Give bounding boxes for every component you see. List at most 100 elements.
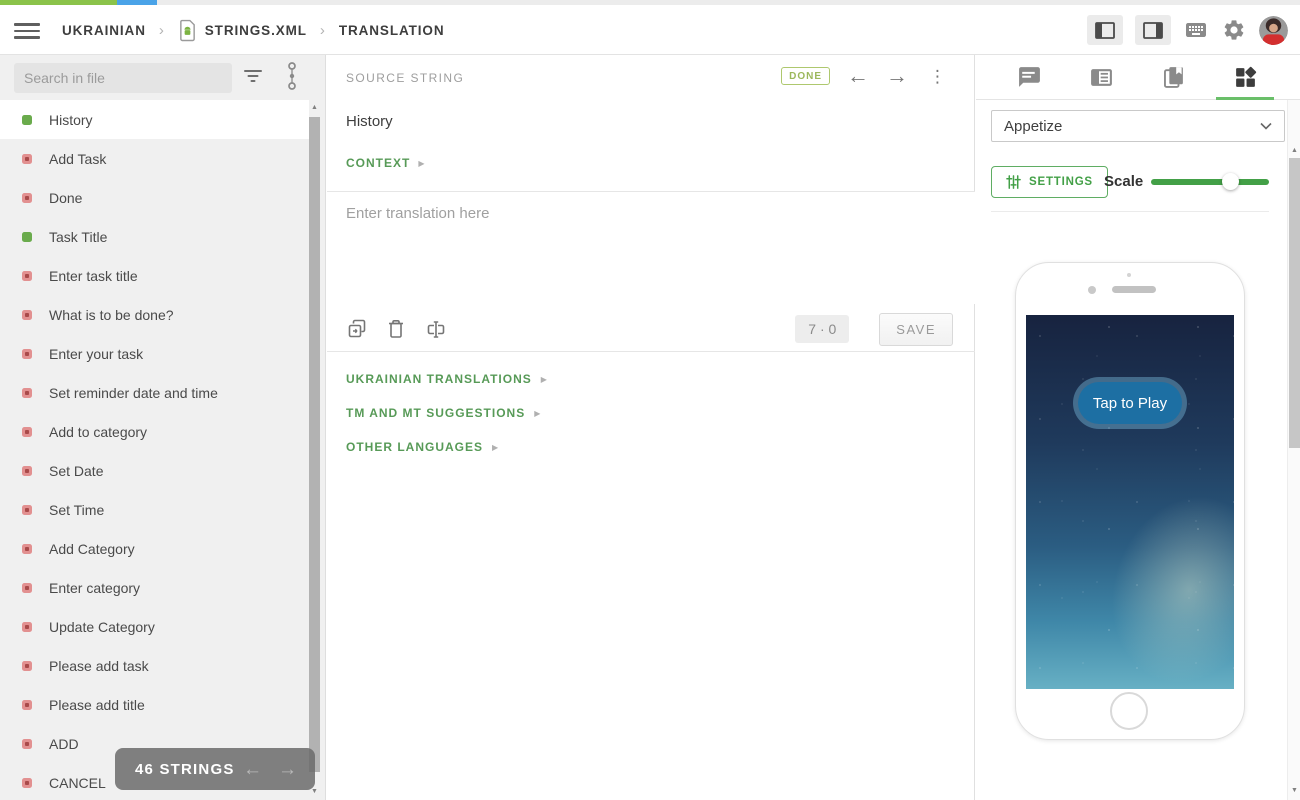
tab-apps[interactable] <box>1209 55 1281 100</box>
string-label: Please add task <box>49 658 149 674</box>
string-list-item[interactable]: Update Category <box>0 607 309 646</box>
string-list-item[interactable]: History <box>0 100 309 139</box>
next-string-button[interactable]: → <box>886 65 908 87</box>
string-list-item[interactable]: Please add title <box>0 685 309 724</box>
string-list-item[interactable]: Set reminder date and time <box>0 373 309 412</box>
string-label: History <box>49 112 93 128</box>
more-vertical-icon <box>286 60 298 92</box>
filter-button[interactable] <box>242 66 264 91</box>
section-ukrainian-translations[interactable]: UKRAINIAN TRANSLATIONS ▶ <box>346 362 547 396</box>
translation-status-icon <box>22 388 32 398</box>
toggle-right-panel-button[interactable] <box>1135 15 1171 45</box>
preview-service-select[interactable]: Appetize <box>991 110 1285 142</box>
section-other-languages[interactable]: OTHER LANGUAGES ▶ <box>346 430 547 464</box>
context-toggle[interactable]: CONTEXT ▶ <box>346 156 425 170</box>
string-list-item[interactable]: Done <box>0 178 309 217</box>
user-avatar[interactable] <box>1259 16 1288 45</box>
translation-status-icon <box>22 505 32 515</box>
copy-icon <box>346 318 368 340</box>
keyboard-shortcuts-button[interactable] <box>1183 17 1209 43</box>
scale-label: Scale <box>1104 173 1143 190</box>
toggle-left-panel-button[interactable] <box>1087 15 1123 45</box>
preview-scrollbar-thumb[interactable] <box>1289 158 1300 448</box>
translation-input[interactable] <box>327 192 975 304</box>
scroll-down-icon[interactable]: ▼ <box>1288 786 1300 796</box>
string-list-item[interactable]: What is to be done? <box>0 295 309 334</box>
previous-string-button[interactable]: ← <box>847 65 869 87</box>
string-list-item[interactable]: Please add task <box>0 646 309 685</box>
strings-count-label: 46 STRINGS <box>115 761 235 778</box>
gear-icon <box>1222 18 1246 42</box>
select-text-button[interactable] <box>424 318 448 340</box>
home-button[interactable] <box>1110 692 1148 730</box>
string-label: Add Category <box>49 541 135 557</box>
menu-icon[interactable] <box>14 19 40 41</box>
string-list-item[interactable]: Add Task <box>0 139 309 178</box>
string-list-item[interactable]: Add to category <box>0 412 309 451</box>
sidebar-scrollbar-thumb[interactable] <box>309 117 320 772</box>
prev-page-button[interactable]: ← <box>243 760 262 779</box>
scale-slider[interactable] <box>1151 179 1269 185</box>
tab-glossary[interactable] <box>1137 55 1209 100</box>
string-list-item[interactable]: Enter your task <box>0 334 309 373</box>
translation-status-icon <box>22 700 32 710</box>
translation-status-icon <box>22 115 32 125</box>
breadcrumb-file[interactable]: STRINGS.XML <box>178 19 307 42</box>
scale-slider-thumb[interactable] <box>1222 173 1239 190</box>
clear-translation-button[interactable] <box>386 318 406 340</box>
status-badge: DONE <box>781 67 830 85</box>
string-list-item[interactable]: Set Time <box>0 490 309 529</box>
preview-tabs <box>976 55 1300 100</box>
preview-settings-button[interactable]: SETTINGS <box>991 166 1108 198</box>
preview-scrollbar[interactable]: ▲ ▼ <box>1287 100 1300 800</box>
chevron-right-icon: › <box>159 22 165 39</box>
translation-editor: SOURCE STRING DONE ← → ⋮ History CONTEXT… <box>327 55 975 800</box>
translation-status-icon <box>22 271 32 281</box>
search-row <box>0 55 326 100</box>
search-input[interactable] <box>14 63 232 93</box>
tap-to-play-button[interactable]: Tap to Play <box>1078 382 1182 424</box>
string-list-item[interactable]: Enter task title <box>0 256 309 295</box>
next-page-button[interactable]: → <box>278 760 297 779</box>
pages-bookmark-icon <box>1161 65 1186 90</box>
string-list-item[interactable]: Add Category <box>0 529 309 568</box>
sidebar-scrollbar[interactable]: ▲ ▼ <box>308 103 321 797</box>
keyboard-icon <box>1184 18 1208 42</box>
strings-list: History Add Task Done Task Title Enter t… <box>0 100 309 800</box>
android-file-icon <box>178 19 197 42</box>
sensor-dot-icon <box>1127 273 1131 277</box>
string-label: Add to category <box>49 424 147 440</box>
settings-button[interactable] <box>1221 17 1247 43</box>
copy-source-button[interactable] <box>346 318 368 340</box>
list-options-button[interactable] <box>286 60 298 97</box>
save-button[interactable]: SAVE <box>879 313 953 346</box>
source-string-text: History <box>346 113 393 130</box>
translation-status-icon <box>22 427 32 437</box>
chevron-down-icon <box>1260 122 1272 130</box>
scroll-up-icon[interactable]: ▲ <box>1288 146 1300 156</box>
string-list-item[interactable]: Task Title <box>0 217 309 256</box>
string-label: ADD <box>49 736 79 752</box>
camera-icon <box>1088 286 1096 294</box>
scroll-up-icon[interactable]: ▲ <box>308 103 321 113</box>
string-label: Please add title <box>49 697 145 713</box>
preview-panel: Appetize SETTINGS Scale Tap to Play ▲ ▼ <box>976 55 1300 800</box>
sliders-icon <box>1006 174 1021 190</box>
char-counter: 7 · 0 <box>795 315 849 343</box>
tab-comments[interactable] <box>993 55 1065 100</box>
card-list-icon <box>1089 65 1114 90</box>
source-string-label: SOURCE STRING <box>346 71 464 85</box>
translation-status-icon <box>22 193 32 203</box>
panel-left-icon <box>1095 22 1115 39</box>
apps-icon <box>1233 65 1258 90</box>
tab-terms[interactable] <box>1065 55 1137 100</box>
strings-counter-pill: 46 STRINGS ← → <box>115 748 315 790</box>
section-tm-mt-suggestions[interactable]: TM AND MT SUGGESTIONS ▶ <box>346 396 547 430</box>
string-label: Add Task <box>49 151 106 167</box>
string-list-item[interactable]: Enter category <box>0 568 309 607</box>
breadcrumb-language[interactable]: UKRAINIAN <box>62 23 146 38</box>
translation-status-icon <box>22 583 32 593</box>
editor-menu-button[interactable]: ⋮ <box>925 68 950 85</box>
string-label: What is to be done? <box>49 307 174 323</box>
string-list-item[interactable]: Set Date <box>0 451 309 490</box>
